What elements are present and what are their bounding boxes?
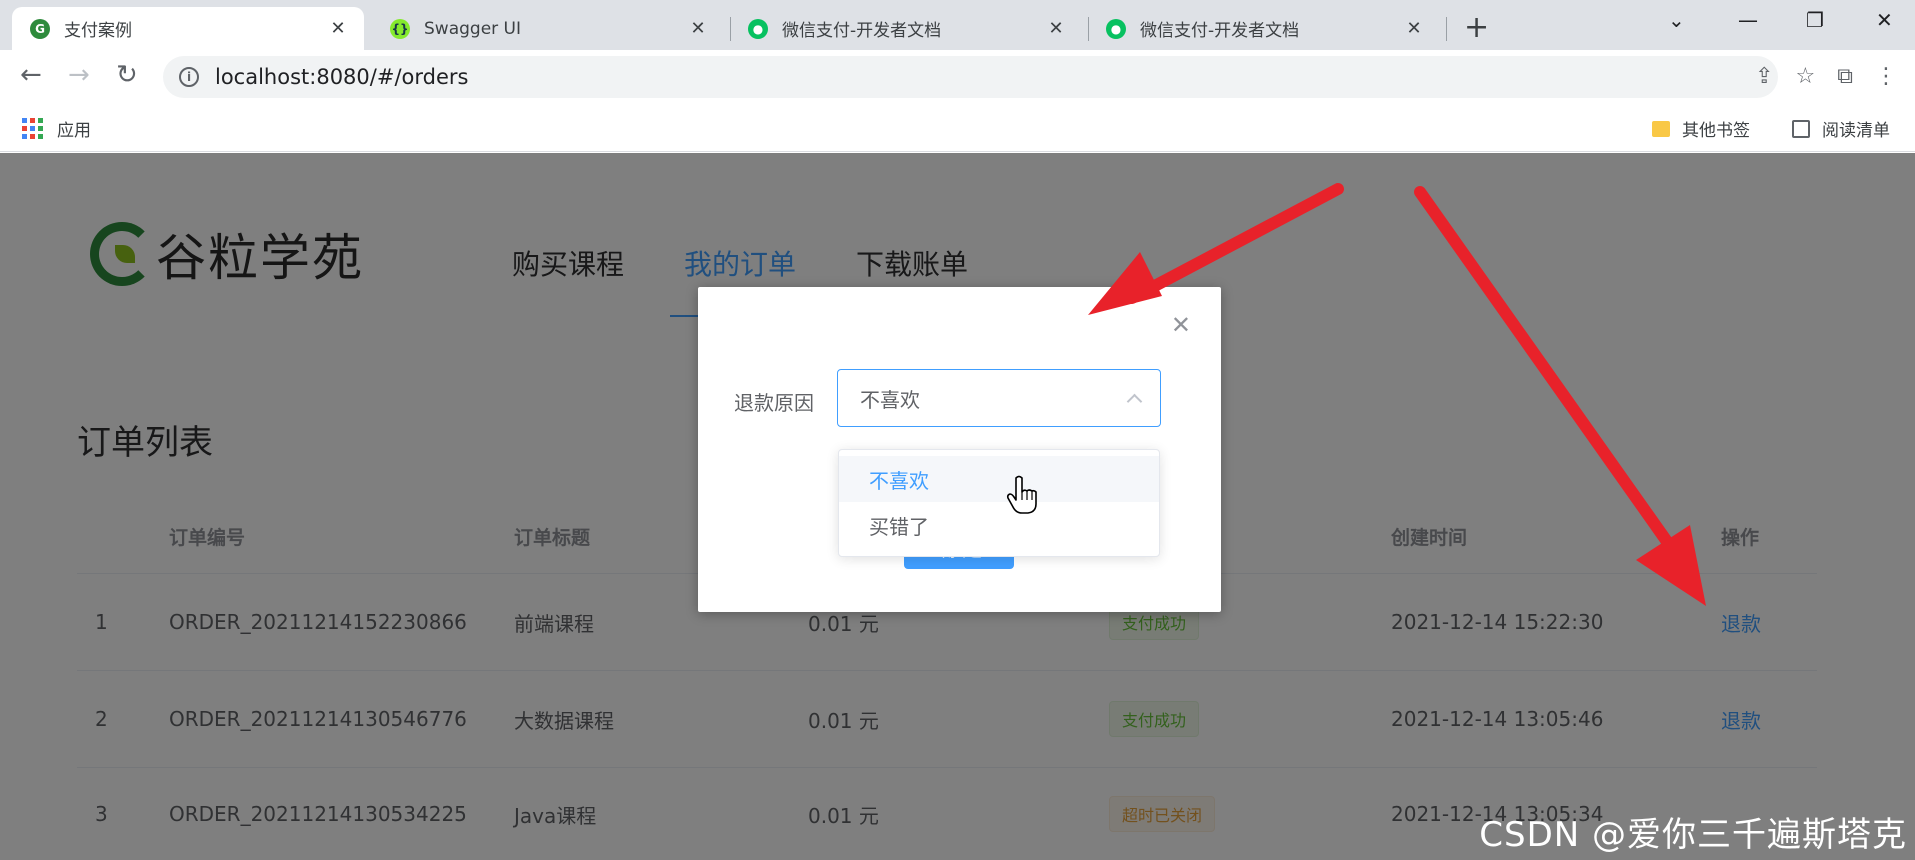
- bookmark-label: 阅读清单: [1822, 121, 1890, 141]
- tab-title: 微信支付-开发者文档: [1140, 21, 1300, 41]
- new-tab-icon[interactable]: +: [1464, 10, 1489, 45]
- browser-tab-strip: G 支付案例 ✕ {} Swagger UI ✕ ● 微信支付-开发者文档 ✕ …: [0, 0, 1915, 50]
- forward-arrow-icon[interactable]: →: [68, 60, 90, 90]
- selected-reason: 不喜欢: [860, 387, 920, 412]
- refund-reason-select[interactable]: 不喜欢: [837, 369, 1161, 427]
- wechat-favicon-icon: ●: [748, 18, 768, 39]
- restore-window-icon[interactable]: ❐: [1806, 8, 1824, 32]
- close-tab-icon[interactable]: ✕: [328, 18, 348, 39]
- apps-grid-icon: [22, 118, 43, 139]
- tab-wechat-docs-2[interactable]: ● 微信支付-开发者文档 ✕: [1088, 7, 1440, 50]
- bookmark-label: 其他书签: [1682, 121, 1750, 141]
- bookmark-reading-list[interactable]: 阅读清单: [1792, 116, 1890, 141]
- bookmark-apps[interactable]: 应用: [22, 116, 91, 141]
- chevron-up-icon: [1126, 393, 1143, 409]
- reload-icon[interactable]: ↻: [116, 60, 138, 90]
- site-info-icon[interactable]: i: [179, 67, 199, 87]
- hand-pointer-icon: [1006, 475, 1037, 514]
- bookmarks-bar: 应用 其他书签 阅读清单: [0, 104, 1915, 152]
- tab-title: 支付案例: [64, 21, 132, 41]
- wechat-favicon-icon: ●: [1106, 18, 1126, 39]
- swagger-favicon-icon: {}: [390, 18, 410, 39]
- tab-swagger[interactable]: {} Swagger UI ✕: [372, 7, 724, 50]
- minimize-icon[interactable]: —: [1738, 8, 1758, 32]
- menu-kebab-icon[interactable]: ⋮: [1875, 64, 1897, 89]
- reading-list-icon: [1792, 119, 1810, 138]
- reason-dropdown: 不喜欢 买错了: [838, 449, 1160, 557]
- back-arrow-icon[interactable]: ←: [20, 60, 42, 90]
- bookmark-other[interactable]: 其他书签: [1652, 116, 1750, 141]
- tab-title: 微信支付-开发者文档: [782, 21, 942, 41]
- tab-wechat-docs-1[interactable]: ● 微信支付-开发者文档 ✕: [730, 7, 1082, 50]
- close-tab-icon[interactable]: ✕: [1404, 18, 1424, 39]
- tab-separator: [1446, 17, 1447, 41]
- share-icon[interactable]: ⇪: [1755, 64, 1773, 89]
- folder-icon: [1652, 120, 1670, 137]
- close-dialog-icon[interactable]: ✕: [1171, 311, 1191, 339]
- address-toolbar: ← → ↻ i localhost:8080/#/orders ⇪ ☆ ⧉ ⋮: [0, 50, 1915, 104]
- option-wrong-purchase[interactable]: 买错了: [839, 502, 1159, 548]
- tab-search-chevron-icon[interactable]: ⌄: [1668, 8, 1685, 32]
- bookmark-label: 应用: [57, 121, 91, 141]
- option-dislike[interactable]: 不喜欢: [839, 456, 1159, 502]
- address-bar[interactable]: i localhost:8080/#/orders: [163, 56, 1778, 98]
- bookmark-star-icon[interactable]: ☆: [1796, 64, 1816, 89]
- close-tab-icon[interactable]: ✕: [1046, 18, 1066, 39]
- refund-reason-label: 退款原因: [734, 391, 814, 415]
- extension-icon[interactable]: ⧉: [1837, 64, 1853, 89]
- toolbar-icons: ⇪ ☆ ⧉ ⋮: [1755, 64, 1897, 89]
- payment-case-favicon-icon: G: [30, 18, 50, 39]
- csdn-watermark: CSDN @爱你三千遍斯塔克: [1479, 815, 1907, 855]
- url-text[interactable]: localhost:8080/#/orders: [215, 65, 468, 89]
- tab-payment-case[interactable]: G 支付案例 ✕: [12, 7, 364, 50]
- close-window-icon[interactable]: ✕: [1876, 8, 1893, 32]
- close-tab-icon[interactable]: ✕: [688, 18, 708, 39]
- tab-title: Swagger UI: [424, 18, 522, 39]
